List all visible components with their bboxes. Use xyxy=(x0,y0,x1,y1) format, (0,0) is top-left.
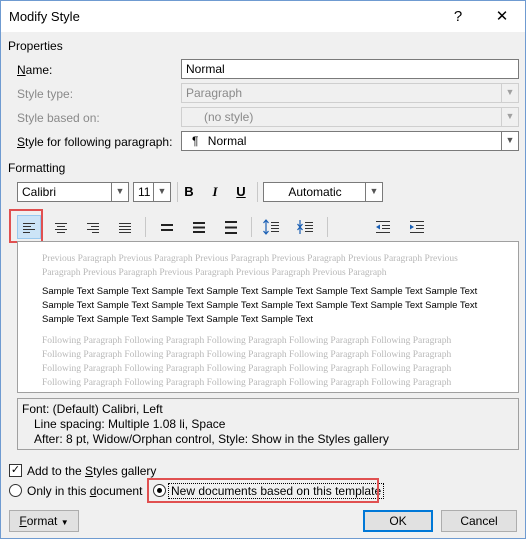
modify-style-dialog: Modify Style ? ✕ Properties Name: Normal… xyxy=(0,0,526,539)
single-spacing-icon xyxy=(161,224,173,231)
toolbar-divider xyxy=(177,182,178,202)
following-paragraph-label: Style for following paragraph: xyxy=(17,135,173,149)
align-right-icon xyxy=(87,223,99,233)
font-name-combo[interactable]: Calibri ▼ xyxy=(17,182,129,202)
preview-following-line: Following Paragraph Following Paragraph … xyxy=(42,350,452,360)
chevron-down-icon[interactable]: ▼ xyxy=(501,84,518,102)
decrease-indent-icon xyxy=(376,221,390,233)
format-button[interactable]: Format ▼ xyxy=(9,510,79,532)
chevron-down-icon[interactable]: ▼ xyxy=(501,132,518,150)
single-spacing-button[interactable] xyxy=(155,215,179,239)
pilcrow-icon: ¶ xyxy=(192,134,199,148)
following-paragraph-select[interactable]: ¶ Normal ▼ xyxy=(181,131,519,151)
double-spacing-icon xyxy=(225,221,237,234)
chevron-down-icon[interactable]: ▼ xyxy=(365,183,382,201)
name-field[interactable]: Normal xyxy=(181,59,519,79)
title-bar: Modify Style ? ✕ xyxy=(1,1,525,32)
close-button[interactable]: ✕ xyxy=(485,5,519,29)
only-this-document-radio[interactable] xyxy=(9,484,22,497)
preview-following-line: Following Paragraph Following Paragraph … xyxy=(42,364,452,374)
align-center-button[interactable] xyxy=(49,215,73,239)
font-name-value: Calibri xyxy=(22,185,57,199)
name-label: Name: xyxy=(17,63,53,77)
increase-spacing-button[interactable] xyxy=(259,215,283,239)
toolbar-divider xyxy=(251,217,252,237)
style-description: Font: (Default) Calibri, Left Line spaci… xyxy=(17,398,519,450)
preview-sample-line: Sample Text Sample Text Sample Text Samp… xyxy=(42,300,478,311)
font-color-combo[interactable]: Automatic ▼ xyxy=(263,182,383,202)
preview-sample-line: Sample Text Sample Text Sample Text Samp… xyxy=(42,286,478,297)
style-type-label: Style type: xyxy=(17,87,74,101)
align-right-button[interactable] xyxy=(81,215,105,239)
one-half-spacing-icon xyxy=(193,222,205,233)
font-size-combo[interactable]: 11 ▼ xyxy=(133,182,171,202)
following-paragraph-value: Normal xyxy=(207,134,247,148)
help-button[interactable]: ? xyxy=(441,5,475,29)
preview-previous-line: Previous Paragraph Previous Paragraph Pr… xyxy=(42,254,458,264)
bold-button[interactable]: B xyxy=(179,182,199,202)
new-documents-highlight xyxy=(147,478,379,503)
align-center-icon xyxy=(55,223,67,233)
style-type-select[interactable]: Paragraph ▼ xyxy=(181,83,519,103)
chevron-down-icon[interactable]: ▼ xyxy=(153,183,170,201)
toolbar-divider xyxy=(257,182,258,202)
dialog-title: Modify Style xyxy=(9,9,80,24)
style-type-value: Paragraph xyxy=(186,86,243,100)
italic-button[interactable]: I xyxy=(205,182,225,202)
justify-icon xyxy=(119,223,131,233)
preview-following-line: Following Paragraph Following Paragraph … xyxy=(42,378,452,388)
description-line: After: 8 pt, Widow/Orphan control, Style… xyxy=(34,432,389,446)
toolbar-divider xyxy=(327,217,328,237)
toolbar-divider xyxy=(145,217,146,237)
description-line: Font: (Default) Calibri, Left xyxy=(22,402,163,416)
add-to-gallery-checkbox[interactable]: ✓ xyxy=(9,464,22,477)
justify-button[interactable] xyxy=(113,215,137,239)
description-line: Line spacing: Multiple 1.08 li, Space xyxy=(34,417,226,431)
style-based-on-label: Style based on: xyxy=(17,111,100,125)
underline-button[interactable]: U xyxy=(231,182,251,202)
decrease-spacing-button[interactable] xyxy=(293,215,317,239)
properties-section-label: Properties xyxy=(8,39,63,53)
formatting-section-label: Formatting xyxy=(8,161,66,175)
font-size-value: 11 xyxy=(138,185,151,199)
preview-following-line: Following Paragraph Following Paragraph … xyxy=(42,336,452,346)
increase-spacing-icon xyxy=(263,219,279,235)
style-based-on-value: (no style) xyxy=(204,110,254,124)
one-half-spacing-button[interactable] xyxy=(187,215,211,239)
font-color-value: Automatic xyxy=(288,185,342,199)
preview-previous-line: Paragraph Previous Paragraph Previous Pa… xyxy=(42,268,387,278)
add-to-gallery-label[interactable]: Add to the Styles gallery xyxy=(27,464,156,478)
only-this-document-label[interactable]: Only in this document xyxy=(27,484,142,498)
chevron-down-icon[interactable]: ▼ xyxy=(501,108,518,126)
chevron-down-icon[interactable]: ▼ xyxy=(111,183,128,201)
increase-indent-icon xyxy=(410,221,424,233)
decrease-indent-button[interactable] xyxy=(371,215,395,239)
increase-indent-button[interactable] xyxy=(405,215,429,239)
decrease-spacing-icon xyxy=(297,220,313,234)
ok-button[interactable]: OK xyxy=(363,510,433,532)
cancel-button[interactable]: Cancel xyxy=(441,510,517,532)
style-preview-pane: Previous Paragraph Previous Paragraph Pr… xyxy=(17,241,519,393)
align-left-highlight xyxy=(9,209,43,243)
style-based-on-select[interactable]: (no style) ▼ xyxy=(181,107,519,127)
double-spacing-button[interactable] xyxy=(219,215,243,239)
preview-sample-line: Sample Text Sample Text Sample Text Samp… xyxy=(42,314,314,325)
